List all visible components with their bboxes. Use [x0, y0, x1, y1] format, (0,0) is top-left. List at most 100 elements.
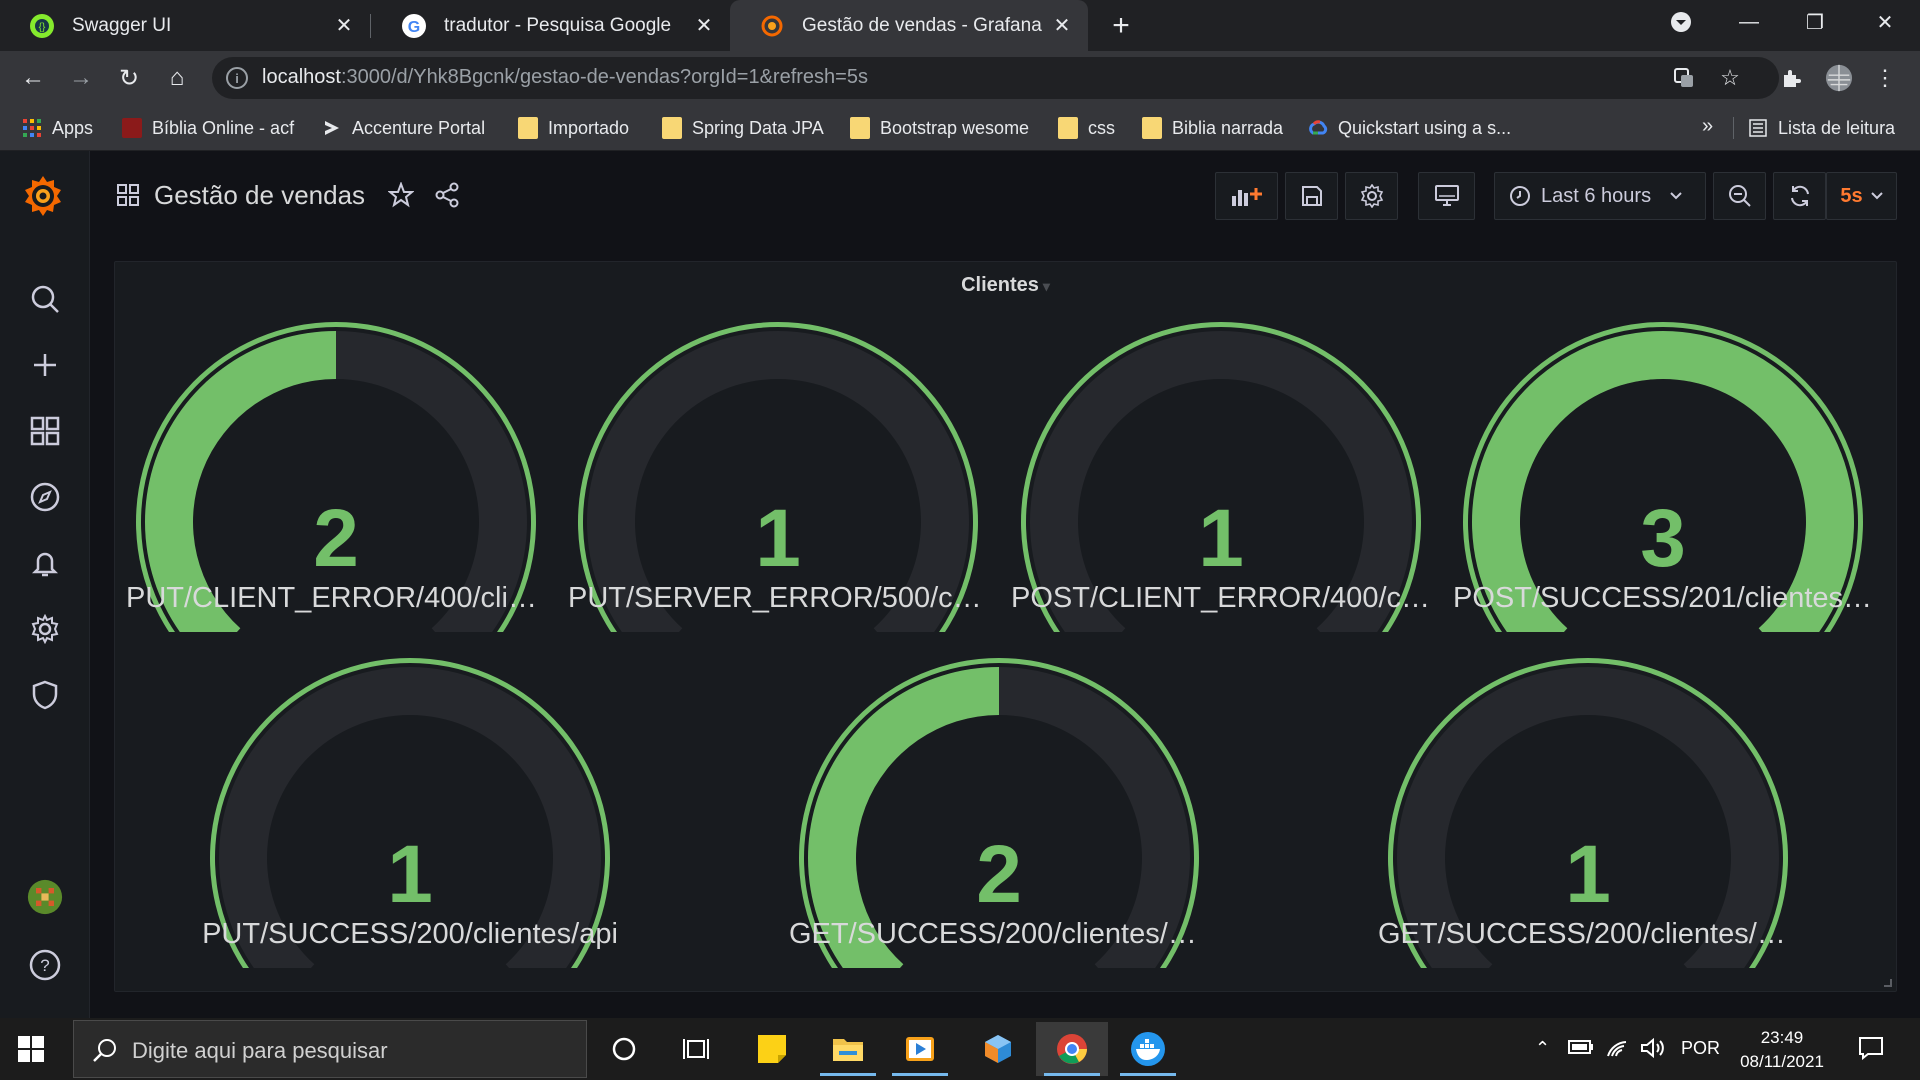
gauge-value: 2	[976, 829, 1022, 920]
bookmark-label: Biblia narrada	[1172, 117, 1284, 138]
reload-icon[interactable]: ↻	[114, 63, 144, 93]
cycle-view-mode-button[interactable]	[1418, 172, 1475, 220]
refresh-button[interactable]	[1773, 172, 1826, 220]
user-avatar[interactable]	[27, 879, 63, 915]
notifications-icon[interactable]	[1858, 1036, 1884, 1065]
chevron-down-icon: ▾	[1042, 278, 1050, 294]
help-icon[interactable]: ?	[27, 947, 63, 983]
battery-icon[interactable]	[1568, 1038, 1594, 1061]
tab-close-icon[interactable]: ✕	[692, 13, 716, 37]
share-icon[interactable]	[433, 181, 461, 209]
tab-title: tradutor - Pesquisa Google	[444, 14, 672, 36]
bible-icon	[122, 118, 142, 138]
restore-icon[interactable]: ❐	[1782, 0, 1848, 44]
url-text: localhost:3000/d/Yhk8Bgcnk/gestao-de-ven…	[262, 66, 868, 88]
extensions-puzzle-icon[interactable]	[1777, 64, 1805, 92]
docker-icon[interactable]	[1112, 1022, 1184, 1076]
tab-search-icon[interactable]	[1648, 0, 1714, 44]
netbeans-icon[interactable]	[962, 1022, 1034, 1076]
reading-list-label: Lista de leitura	[1778, 117, 1896, 138]
browser-tab-strip: {} Swagger UI ✕ G tradutor - Pesquisa Go…	[0, 0, 1920, 51]
svg-text:?: ?	[40, 956, 49, 975]
dashboards-grid-icon[interactable]	[27, 413, 63, 449]
file-explorer-icon[interactable]	[812, 1022, 884, 1076]
tab-swagger-ui[interactable]: {} Swagger UI ✕	[0, 0, 370, 51]
bookmark-accenture-portal[interactable]: Accenture Portal	[322, 115, 485, 141]
bookmark-folder-biblia-narrada[interactable]: Biblia narrada	[1142, 115, 1283, 141]
browser-menu-icon[interactable]: ⋮	[1871, 64, 1899, 92]
gauge-panel-item: 1GET/SUCCESS/200/clientes/api/todos	[1378, 658, 1798, 968]
window-close-icon[interactable]: ✕	[1852, 0, 1918, 44]
windows-start-icon[interactable]	[18, 1036, 44, 1062]
alerting-bell-icon[interactable]	[27, 545, 63, 581]
wifi-icon[interactable]	[1606, 1038, 1630, 1063]
tab-grafana[interactable]: Gestão de vendas - Grafana ✕	[730, 0, 1088, 51]
server-admin-shield-icon[interactable]	[27, 677, 63, 713]
zoom-out-button[interactable]	[1713, 172, 1766, 220]
forward-arrow-icon[interactable]: →	[66, 63, 96, 93]
google-icon: G	[402, 13, 426, 38]
gauge-value: 1	[1565, 829, 1611, 920]
system-clock[interactable]: 23:49 08/11/2021	[1722, 1026, 1842, 1074]
gauge-label: POST/SUCCESS/201/clientes/...	[1453, 582, 1873, 614]
swagger-icon: {}	[30, 13, 54, 38]
bookmark-label: Accenture Portal	[352, 117, 486, 138]
bookmark-star-icon[interactable]: ☆	[1718, 65, 1742, 90]
tab-close-icon[interactable]: ✕	[332, 13, 356, 37]
chrome-icon[interactable]	[1036, 1022, 1108, 1076]
address-bar[interactable]: i localhost:3000/d/Yhk8Bgcnk/gestao-de-v…	[212, 57, 1779, 99]
clock-time: 23:49	[1760, 1028, 1804, 1047]
profile-avatar-icon[interactable]	[1825, 64, 1853, 92]
gauge-value: 1	[1198, 493, 1244, 584]
reading-list-button[interactable]: Lista de leitura	[1748, 115, 1895, 141]
bookmark-folder-importado[interactable]: Importado	[518, 115, 629, 141]
media-player-icon[interactable]	[884, 1022, 956, 1076]
favorite-star-icon[interactable]	[387, 181, 415, 209]
show-hidden-icons-chevron-icon[interactable]: ⌃	[1535, 1038, 1550, 1059]
bookmark-folder-css[interactable]: css	[1058, 115, 1115, 141]
configuration-gear-icon[interactable]	[27, 611, 63, 647]
input-language[interactable]: POR	[1681, 1038, 1720, 1059]
back-arrow-icon[interactable]: ←	[18, 63, 48, 93]
panel-header[interactable]: Clientes ▾	[115, 274, 1896, 297]
refresh-interval-picker[interactable]: 5s	[1826, 172, 1897, 220]
tab-google-search[interactable]: G tradutor - Pesquisa Google ✕	[372, 0, 730, 51]
dashboard-title[interactable]: Gestão de vendas	[154, 180, 365, 211]
bookmark-label: Spring Data JPA	[692, 117, 824, 138]
taskbar-search-box[interactable]: Digite aqui para pesquisar	[73, 1020, 587, 1078]
translate-icon[interactable]	[1672, 66, 1696, 90]
dashboard-settings-button[interactable]	[1345, 172, 1398, 220]
gauge-panel-item: 2GET/SUCCESS/200/clientes/api/buscar-...	[789, 658, 1209, 968]
bookmark-biblia-online[interactable]: Bíblia Online - acf	[122, 115, 294, 141]
save-dashboard-button[interactable]	[1285, 172, 1338, 220]
new-tab-plus-icon[interactable]: +	[1106, 9, 1136, 42]
bookmark-folder-bootstrap[interactable]: Bootstrap wesome	[850, 115, 1029, 141]
tab-close-icon[interactable]: ✕	[1050, 13, 1074, 37]
grafana-logo-icon[interactable]	[20, 173, 66, 219]
bookmark-apps[interactable]: Apps	[22, 115, 93, 141]
sticky-notes-icon[interactable]	[736, 1022, 808, 1076]
cortana-icon[interactable]	[588, 1022, 660, 1076]
svg-text:G: G	[408, 19, 420, 36]
search-icon[interactable]	[27, 281, 63, 317]
bookmark-label: css	[1088, 117, 1115, 138]
minimize-icon[interactable]: —	[1716, 0, 1782, 44]
bookmark-folder-spring-data-jpa[interactable]: Spring Data JPA	[662, 115, 824, 141]
gauge-panel-item: 2 PUT/CLIENT_ERROR/400/clie...	[126, 322, 546, 632]
add-panel-button[interactable]	[1215, 172, 1278, 220]
folder-icon	[850, 117, 870, 139]
bookmark-quickstart[interactable]: Quickstart using a s...	[1308, 115, 1511, 141]
task-view-icon[interactable]	[660, 1022, 732, 1076]
bookmarks-overflow-button[interactable]: »	[1702, 115, 1713, 138]
site-info-icon[interactable]: i	[226, 67, 248, 89]
panel-resize-handle[interactable]	[1884, 979, 1892, 987]
volume-icon[interactable]	[1640, 1037, 1666, 1063]
home-icon[interactable]: ⌂	[162, 63, 192, 93]
running-indicator	[892, 1073, 948, 1076]
gauge-panel-item: 1 PUT/SUCCESS/200/clientes/api	[200, 658, 620, 968]
time-range-picker[interactable]: Last 6 hours	[1494, 172, 1706, 220]
gauge-value: 3	[1640, 493, 1686, 584]
gauge-label: PUT/SUCCESS/200/clientes/api	[202, 918, 618, 950]
create-plus-icon[interactable]	[27, 347, 63, 383]
explore-compass-icon[interactable]	[27, 479, 63, 515]
